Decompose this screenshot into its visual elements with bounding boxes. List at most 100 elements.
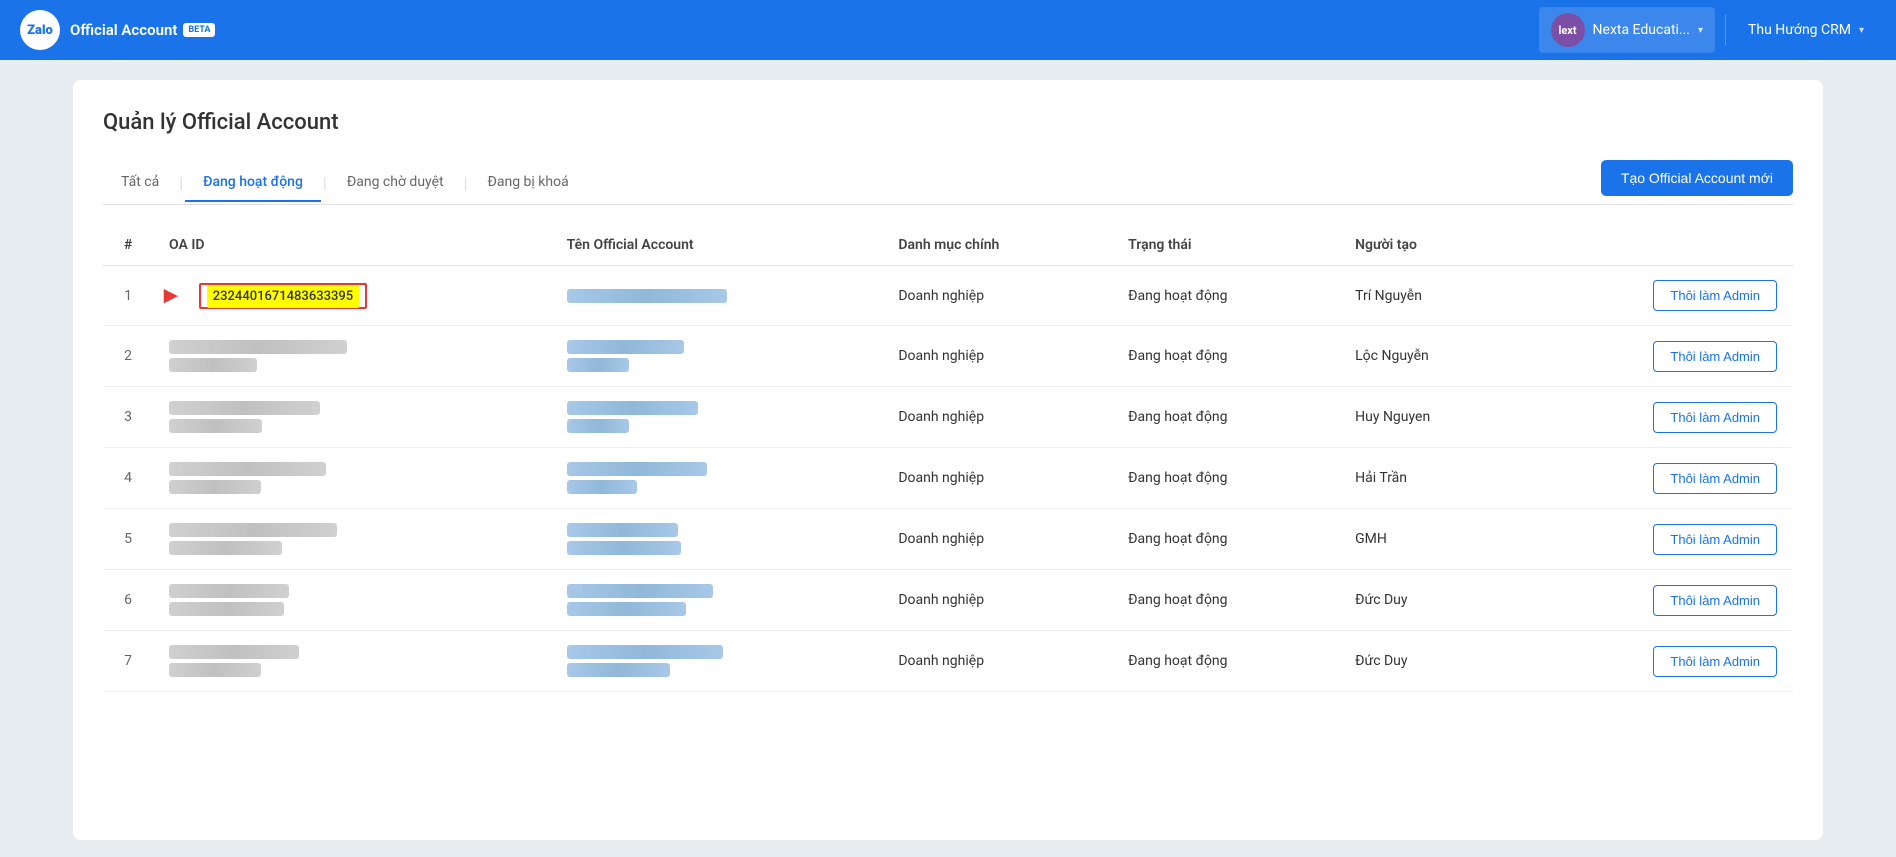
table-wrapper: # OA ID Tên Official Account Danh mục ch… — [103, 225, 1793, 692]
cell-status: Đang hoạt động — [1112, 570, 1339, 631]
tabs-row: Tất cả | Đang hoạt động | Đang chờ duyệt… — [103, 160, 1793, 205]
table-row: 3Doanh nghiệpĐang hoạt độngHuy NguyenThô… — [103, 387, 1793, 448]
cell-oa-id — [153, 387, 551, 448]
thoi-lam-admin-button[interactable]: Thôi làm Admin — [1653, 463, 1777, 494]
oa-table: # OA ID Tên Official Account Danh mục ch… — [103, 225, 1793, 692]
cell-oa-name — [551, 509, 883, 570]
zalo-logo: Zalo — [20, 10, 60, 50]
cell-num: 5 — [103, 509, 153, 570]
cell-oa-name — [551, 448, 883, 509]
oa-id-blurred — [169, 523, 535, 555]
cell-num: 7 — [103, 631, 153, 692]
cell-status: Đang hoạt động — [1112, 266, 1339, 326]
cell-num: 4 — [103, 448, 153, 509]
oa-id-blurred — [169, 645, 535, 677]
nexta-account-dropdown[interactable]: lext Nexta Educati... ▾ — [1539, 7, 1716, 53]
cell-status: Đang hoạt động — [1112, 631, 1339, 692]
table-row: 4 Doanh nghiệpĐang hoạt độngHải Trần Thôi … — [103, 448, 1793, 509]
user-chevron-icon: ▾ — [1859, 25, 1864, 36]
cell-creator: Trí Nguyễn — [1339, 266, 1524, 326]
cell-action: Thôi làm Admin — [1524, 387, 1793, 448]
thoi-lam-admin-button[interactable]: Thôi làm Admin — [1653, 280, 1777, 311]
cell-creator: Lộc Nguyễn — [1339, 326, 1524, 387]
main-container: Quản lý Official Account Tất cả | Đang h… — [73, 80, 1823, 840]
thoi-lam-admin-button[interactable]: Thôi làm Admin — [1653, 585, 1777, 616]
nexta-chevron-icon: ▾ — [1698, 25, 1703, 36]
table-row: 6 Doanh nghiệpĐang hoạt độngĐức Duy Thôi l… — [103, 570, 1793, 631]
cell-creator: Đức Duy — [1339, 570, 1524, 631]
oa-id-blurred — [169, 340, 535, 372]
col-creator: Người tạo — [1339, 225, 1524, 266]
cell-action: Thôi làm Admin — [1524, 509, 1793, 570]
cell-oa-id — [153, 448, 551, 509]
table-header-row: # OA ID Tên Official Account Danh mục ch… — [103, 225, 1793, 266]
cell-status: Đang hoạt động — [1112, 509, 1339, 570]
cell-category: Doanh nghiệp — [882, 509, 1112, 570]
header-left: Zalo Official Account BETA — [20, 10, 215, 50]
cell-oa-id — [153, 509, 551, 570]
cell-category: Doanh nghiệp — [882, 631, 1112, 692]
cell-oa-id — [153, 631, 551, 692]
cell-category: Doanh nghiệp — [882, 266, 1112, 326]
cell-action: Thôi làm Admin — [1524, 326, 1793, 387]
beta-badge: BETA — [183, 23, 215, 37]
cell-oa-id: ► 2324401671483633395 — [153, 266, 551, 326]
cell-status: Đang hoạt động — [1112, 387, 1339, 448]
cell-status: Đang hoạt động — [1112, 448, 1339, 509]
thoi-lam-admin-button[interactable]: Thôi làm Admin — [1653, 341, 1777, 372]
arrow-annotation-icon: ► — [159, 281, 183, 310]
cell-oa-name — [551, 266, 883, 326]
col-category: Danh mục chính — [882, 225, 1112, 266]
table-row: 2 Doanh nghiệpĐang hoạt độngLộc Nguyễn Thô… — [103, 326, 1793, 387]
thoi-lam-admin-button[interactable]: Thôi làm Admin — [1653, 402, 1777, 433]
cell-creator: Huy Nguyen — [1339, 387, 1524, 448]
cell-oa-name — [551, 631, 883, 692]
user-dropdown[interactable]: Thu Hướng CRM ▾ — [1736, 16, 1876, 44]
header: Zalo Official Account BETA lext Nexta Ed… — [0, 0, 1896, 60]
cell-num: 3 — [103, 387, 153, 448]
col-oa-name: Tên Official Account — [551, 225, 883, 266]
thoi-lam-admin-button[interactable]: Thôi làm Admin — [1653, 524, 1777, 555]
oa-id-blurred — [169, 584, 535, 616]
tab-pending[interactable]: Đang chờ duyệt — [329, 164, 462, 202]
create-oa-button[interactable]: Tạo Official Account mới — [1601, 160, 1793, 196]
cell-num: 2 — [103, 326, 153, 387]
cell-action: Thôi làm Admin — [1524, 448, 1793, 509]
header-right: lext Nexta Educati... ▾ Thu Hướng CRM ▾ — [1539, 7, 1876, 53]
oa-id-blurred — [169, 462, 535, 494]
user-label: Thu Hướng CRM — [1748, 22, 1851, 38]
tabs-left: Tất cả | Đang hoạt động | Đang chờ duyệt… — [103, 164, 587, 201]
cell-creator: Hải Trần — [1339, 448, 1524, 509]
col-num: # — [103, 225, 153, 266]
tab-active[interactable]: Đang hoạt động — [185, 164, 321, 202]
nexta-label: Nexta Educati... — [1593, 22, 1690, 38]
cell-oa-name — [551, 570, 883, 631]
col-oa-id: OA ID — [153, 225, 551, 266]
cell-action: Thôi làm Admin — [1524, 570, 1793, 631]
cell-action: Thôi làm Admin — [1524, 266, 1793, 326]
cell-action: Thôi làm Admin — [1524, 631, 1793, 692]
cell-oa-name — [551, 326, 883, 387]
cell-oa-name — [551, 387, 883, 448]
col-action — [1524, 225, 1793, 266]
table-row: 5 Doanh nghiệpĐang hoạt độngGMH Thôi làm A… — [103, 509, 1793, 570]
oa-id-value: 2324401671483633395 — [207, 285, 359, 308]
cell-status: Đang hoạt động — [1112, 326, 1339, 387]
cell-category: Doanh nghiệp — [882, 570, 1112, 631]
cell-category: Doanh nghiệp — [882, 326, 1112, 387]
cell-category: Doanh nghiệp — [882, 448, 1112, 509]
thoi-lam-admin-button[interactable]: Thôi làm Admin — [1653, 646, 1777, 677]
tab-locked[interactable]: Đang bị khoá — [469, 164, 586, 202]
cell-creator: Đức Duy — [1339, 631, 1524, 692]
cell-oa-id — [153, 570, 551, 631]
cell-creator: GMH — [1339, 509, 1524, 570]
header-brand: Official Account BETA — [70, 21, 215, 39]
page-title: Quản lý Official Account — [103, 110, 1793, 135]
cell-num: 6 — [103, 570, 153, 631]
col-status: Trạng thái — [1112, 225, 1339, 266]
tab-all[interactable]: Tất cả — [103, 164, 177, 202]
header-divider — [1725, 15, 1726, 45]
table-row: 7 Doanh nghiệpĐang hoạt độngĐức Duy Thôi l… — [103, 631, 1793, 692]
oa-id-box: 2324401671483633395 — [199, 283, 367, 309]
cell-num: 1 — [103, 266, 153, 326]
